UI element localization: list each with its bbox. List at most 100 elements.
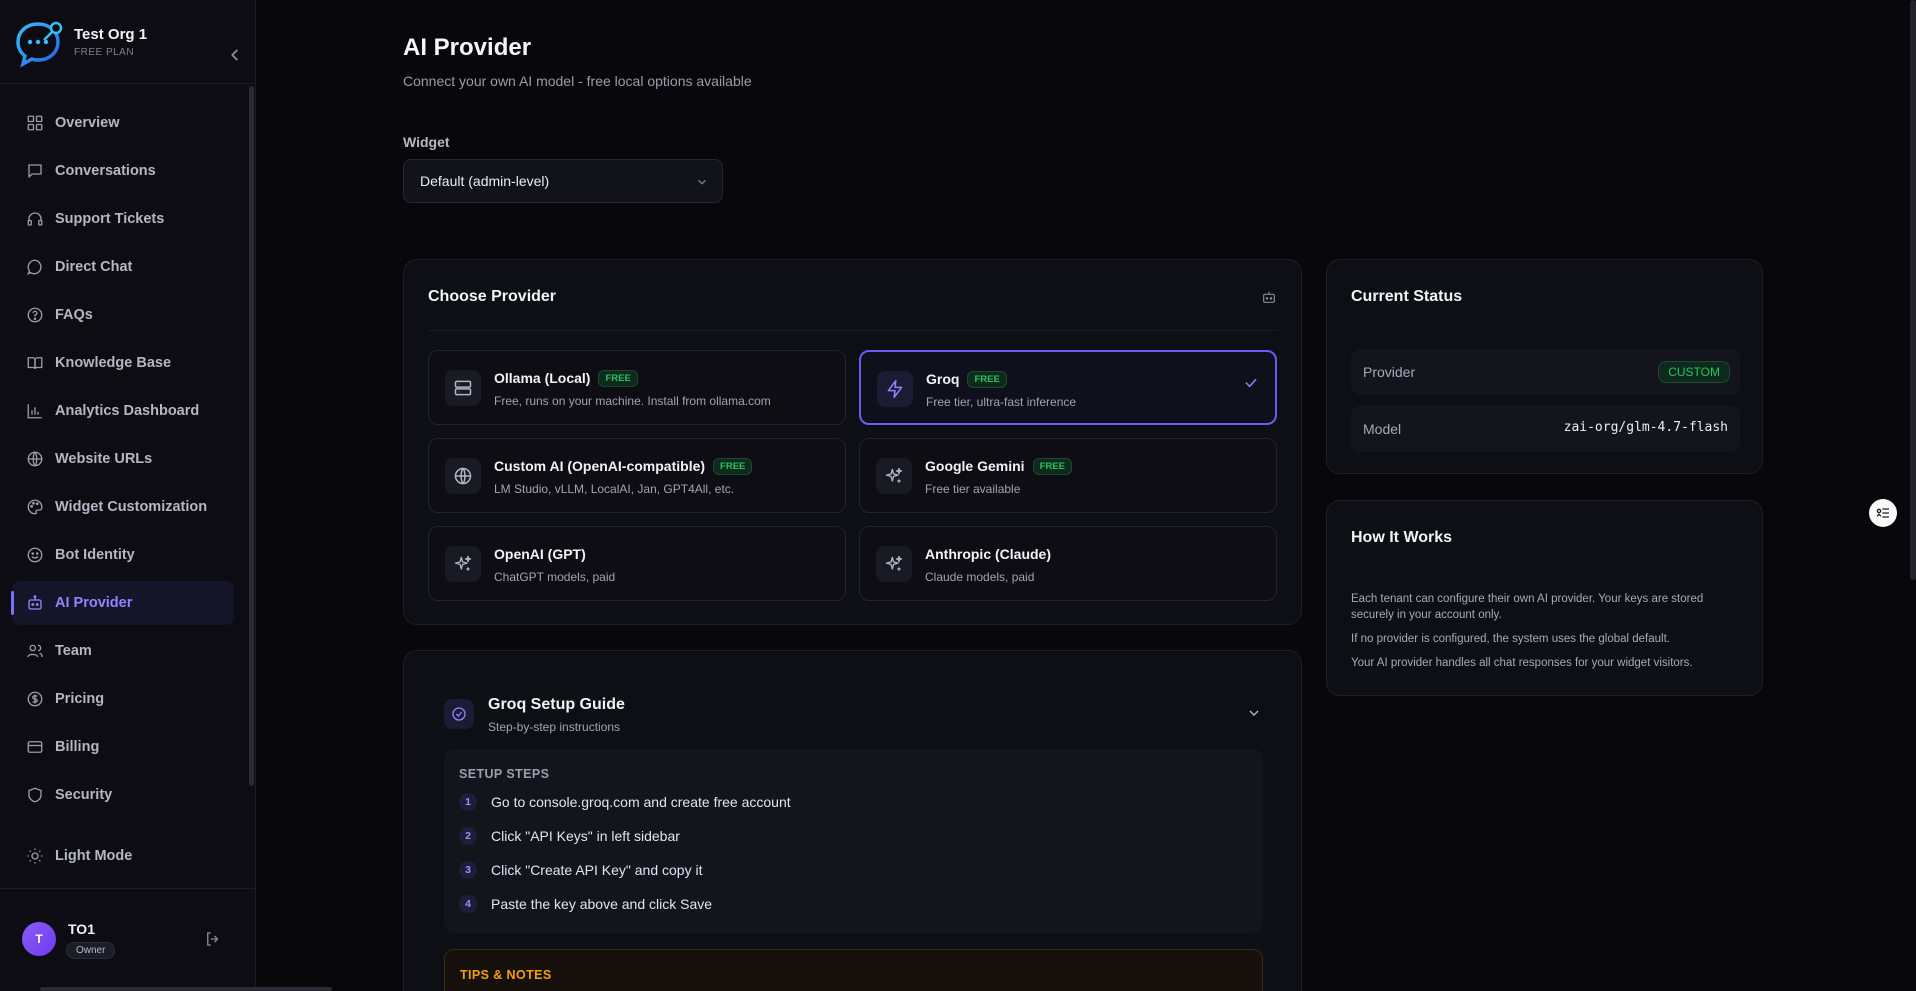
- sidebar-item-faqs[interactable]: FAQs: [12, 293, 234, 337]
- sidebar-item-billing[interactable]: Billing: [12, 725, 234, 769]
- org-plan: FREE PLAN: [74, 47, 135, 58]
- light-mode-toggle[interactable]: Light Mode: [26, 847, 132, 865]
- divider: [0, 888, 256, 889]
- card-title: How It Works: [1351, 529, 1453, 546]
- sidebar-item-team[interactable]: Team: [12, 629, 234, 673]
- setup-step: 1 Go to console.groq.com and create free…: [459, 793, 791, 811]
- sparkles-icon: [876, 458, 912, 494]
- status-row-provider: Provider CUSTOM: [1351, 349, 1740, 395]
- sparkles-icon: [876, 546, 912, 582]
- free-badge: FREE: [598, 370, 638, 387]
- zap-icon: [877, 371, 913, 407]
- logout-icon[interactable]: [204, 930, 222, 948]
- sidebar-item-support-tickets[interactable]: Support Tickets: [12, 197, 234, 241]
- provider-name: Groq FREE: [926, 371, 1007, 388]
- step-text: Paste the key above and click Save: [491, 896, 713, 912]
- provider-option-google-gemini[interactable]: Google Gemini FREE Free tier available: [859, 438, 1277, 513]
- provider-name-text: Anthropic (Claude): [925, 546, 1051, 562]
- provider-description: LM Studio, vLLM, LocalAI, Jan, GPT4All, …: [494, 482, 735, 496]
- sidebar-nav: Overview Conversations Support Tickets D…: [11, 101, 234, 821]
- widget-select-value: Default (admin-level): [420, 173, 550, 189]
- provider-description: Free tier, ultra-fast inference: [926, 395, 1077, 409]
- provider-name-text: Google Gemini: [925, 458, 1025, 474]
- bar-chart-icon: [27, 404, 42, 419]
- horizontal-scrollbar[interactable]: [40, 987, 332, 991]
- divider: [0, 83, 256, 84]
- sidebar-item-analytics-dashboard[interactable]: Analytics Dashboard: [12, 389, 234, 433]
- user-profile[interactable]: T TO1 Owner: [22, 921, 232, 962]
- steps-title: SETUP STEPS: [459, 767, 550, 781]
- floating-menu-button[interactable]: [1869, 499, 1897, 527]
- sun-icon: [27, 848, 43, 864]
- current-status-card: Current Status Provider CUSTOM Model zai…: [1326, 259, 1763, 474]
- sidebar-item-overview[interactable]: Overview: [12, 101, 234, 145]
- provider-name-text: Ollama (Local): [494, 370, 591, 386]
- sparkles-icon: [445, 546, 481, 582]
- sidebar-item-ai-provider[interactable]: AI Provider: [11, 581, 234, 625]
- how-it-works-card: How It Works Each tenant can configure t…: [1326, 500, 1763, 696]
- how-paragraph: Each tenant can configure their own AI p…: [1351, 593, 1704, 621]
- provider-option-anthropic[interactable]: Anthropic (Claude) Claude models, paid: [859, 526, 1277, 601]
- chevron-down-icon[interactable]: [1246, 705, 1262, 721]
- sidebar-item-security[interactable]: Security: [12, 773, 234, 817]
- org-switcher[interactable]: Test Org 1 FREE PLAN: [14, 14, 244, 70]
- page-scrollbar[interactable]: [1910, 0, 1916, 580]
- provider-option-groq[interactable]: Groq FREE Free tier, ultra-fast inference: [859, 350, 1277, 425]
- setup-guide-card: Groq Setup Guide Step-by-step instructio…: [403, 650, 1302, 991]
- provider-description: Free, runs on your machine. Install from…: [494, 394, 771, 408]
- headphones-icon: [27, 212, 43, 226]
- provider-option-ollama[interactable]: Ollama (Local) FREE Free, runs on your ma…: [428, 350, 846, 425]
- sidebar-item-label: Support Tickets: [55, 211, 165, 227]
- list-settings-icon: [1876, 508, 1889, 518]
- sidebar-item-label: Direct Chat: [55, 259, 133, 275]
- status-label: Model: [1363, 421, 1402, 437]
- sidebar-item-label: Team: [55, 643, 92, 659]
- sidebar-item-bot-identity[interactable]: Bot Identity: [12, 533, 234, 577]
- page-subtitle: Connect your own AI model - free local o…: [403, 73, 752, 89]
- dollar-circle-icon: [27, 691, 43, 707]
- provider-description: Free tier available: [925, 482, 1021, 496]
- provider-name-text: OpenAI (GPT): [494, 546, 586, 562]
- grid-icon: [27, 115, 43, 131]
- guide-subtitle: Step-by-step instructions: [488, 720, 621, 734]
- free-badge: FREE: [713, 458, 753, 475]
- sidebar-item-label: Billing: [55, 739, 100, 755]
- divider: [428, 330, 1278, 331]
- choose-provider-card: Choose Provider Ollama (Local) FREE Free,…: [403, 259, 1302, 625]
- sidebar-item-label: Analytics Dashboard: [55, 403, 200, 419]
- avatar: T: [22, 922, 56, 956]
- palette-icon: [27, 499, 43, 515]
- sidebar-item-label: AI Provider: [55, 595, 133, 611]
- user-name: TO1: [68, 921, 95, 937]
- globe-icon: [27, 451, 43, 467]
- page-title: AI Provider: [403, 34, 532, 61]
- provider-option-openai[interactable]: OpenAI (GPT) ChatGPT models, paid: [428, 526, 846, 601]
- sidebar-item-direct-chat[interactable]: Direct Chat: [12, 245, 234, 289]
- provider-option-custom-ai[interactable]: Custom AI (OpenAI-compatible) FREE LM Stu…: [428, 438, 846, 513]
- chevron-left-icon[interactable]: [224, 44, 246, 66]
- sidebar-item-label: Widget Customization: [55, 499, 208, 515]
- sidebar-item-website-urls[interactable]: Website URLs: [12, 437, 234, 481]
- status-label: Provider: [1363, 364, 1416, 380]
- setup-steps-panel: SETUP STEPS 1 Go to console.groq.com and…: [444, 749, 1263, 933]
- sidebar-scrollbar[interactable]: [249, 86, 254, 786]
- widget-select[interactable]: Default (admin-level): [403, 159, 723, 203]
- check-icon: [1245, 378, 1257, 388]
- sidebar-item-label: Overview: [55, 115, 120, 131]
- step-text: Click "API Keys" in left sidebar: [491, 828, 680, 844]
- step-number: 2: [459, 827, 477, 845]
- sidebar-item-pricing[interactable]: Pricing: [12, 677, 234, 721]
- sidebar-item-label: Bot Identity: [55, 547, 135, 563]
- sidebar: Test Org 1 FREE PLAN Overview Conversati…: [0, 0, 256, 991]
- provider-name: Google Gemini FREE: [925, 458, 1072, 475]
- light-mode-label: Light Mode: [55, 848, 133, 864]
- sidebar-item-conversations[interactable]: Conversations: [12, 149, 234, 193]
- setup-step: 4 Paste the key above and click Save: [459, 895, 712, 913]
- status-row-model: Model zai-org/glm-4.7-flash: [1351, 406, 1740, 452]
- sidebar-item-knowledge-base[interactable]: Knowledge Base: [12, 341, 234, 385]
- provider-description: ChatGPT models, paid: [494, 570, 616, 584]
- sidebar-item-widget-customization[interactable]: Widget Customization: [12, 485, 234, 529]
- setup-step: 3 Click "Create API Key" and copy it: [459, 861, 702, 879]
- smile-icon: [27, 547, 43, 563]
- model-value: zai-org/glm-4.7-flash: [1563, 420, 1728, 435]
